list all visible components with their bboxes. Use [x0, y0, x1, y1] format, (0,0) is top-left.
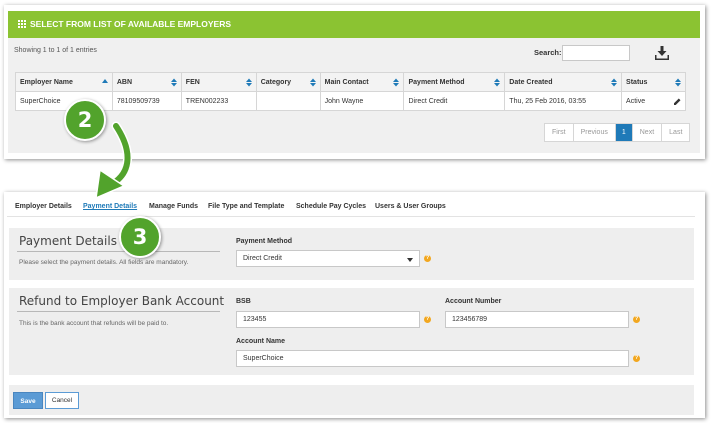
step-arrow	[95, 121, 132, 200]
step-2-badge: 2	[64, 99, 106, 141]
step-3-badge: 3	[119, 216, 161, 258]
